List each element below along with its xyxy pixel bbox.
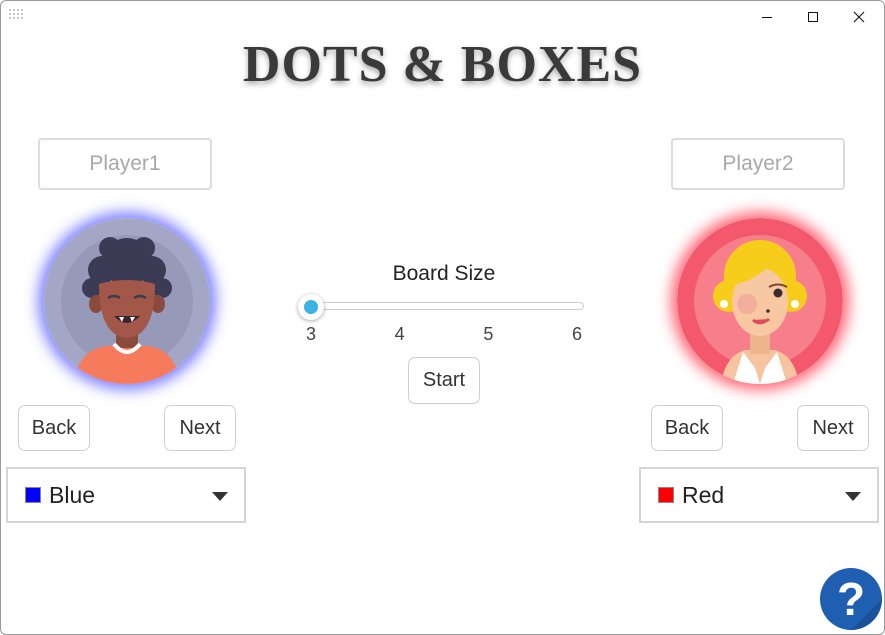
minimize-button[interactable]	[744, 1, 790, 33]
maximize-button[interactable]	[790, 1, 836, 33]
help-icon: ?	[837, 573, 882, 630]
player2-color-label: Red	[682, 481, 725, 508]
game-title: DOTS & BOXES	[242, 36, 643, 93]
window-grip-icon	[9, 9, 27, 23]
player2-color-select[interactable]: Red	[639, 467, 879, 523]
board-size-slider-thumb[interactable]	[298, 294, 324, 320]
chevron-down-icon	[212, 492, 228, 501]
player2-back-button[interactable]: Back	[651, 405, 723, 451]
avatar-woman-icon	[677, 218, 843, 384]
help-button[interactable]: ?	[820, 568, 882, 630]
close-button[interactable]	[836, 1, 882, 33]
slider-tick-label: 5	[483, 324, 494, 344]
player1-color-label: Blue	[49, 481, 96, 508]
start-button[interactable]: Start	[408, 357, 480, 404]
player2-color-swatch	[658, 487, 674, 503]
board-size-label: Board Size	[392, 262, 496, 285]
player1-color-swatch	[25, 487, 41, 503]
close-icon	[853, 11, 865, 23]
app-window: DOTS & BOXES Back Next Bl	[0, 0, 885, 635]
board-size-slider-track[interactable]	[308, 302, 584, 310]
svg-text:?: ?	[837, 573, 865, 625]
slider-tick-label: 6	[571, 324, 582, 344]
player2-avatar	[677, 218, 843, 384]
player1-back-button[interactable]: Back	[18, 405, 90, 451]
player2-name-input[interactable]	[671, 138, 845, 190]
player1-next-button[interactable]: Next	[164, 405, 236, 451]
player1-avatar	[44, 218, 210, 384]
player1-name-input[interactable]	[38, 138, 212, 190]
slider-tick-label: 4	[394, 324, 405, 344]
slider-tick-label: 3	[305, 324, 316, 344]
maximize-icon	[808, 12, 818, 22]
player2-next-button[interactable]: Next	[797, 405, 869, 451]
chevron-down-icon	[845, 492, 861, 501]
player1-color-select[interactable]: Blue	[6, 467, 246, 523]
minimize-icon	[762, 17, 772, 18]
avatar-boy-icon	[44, 218, 210, 384]
